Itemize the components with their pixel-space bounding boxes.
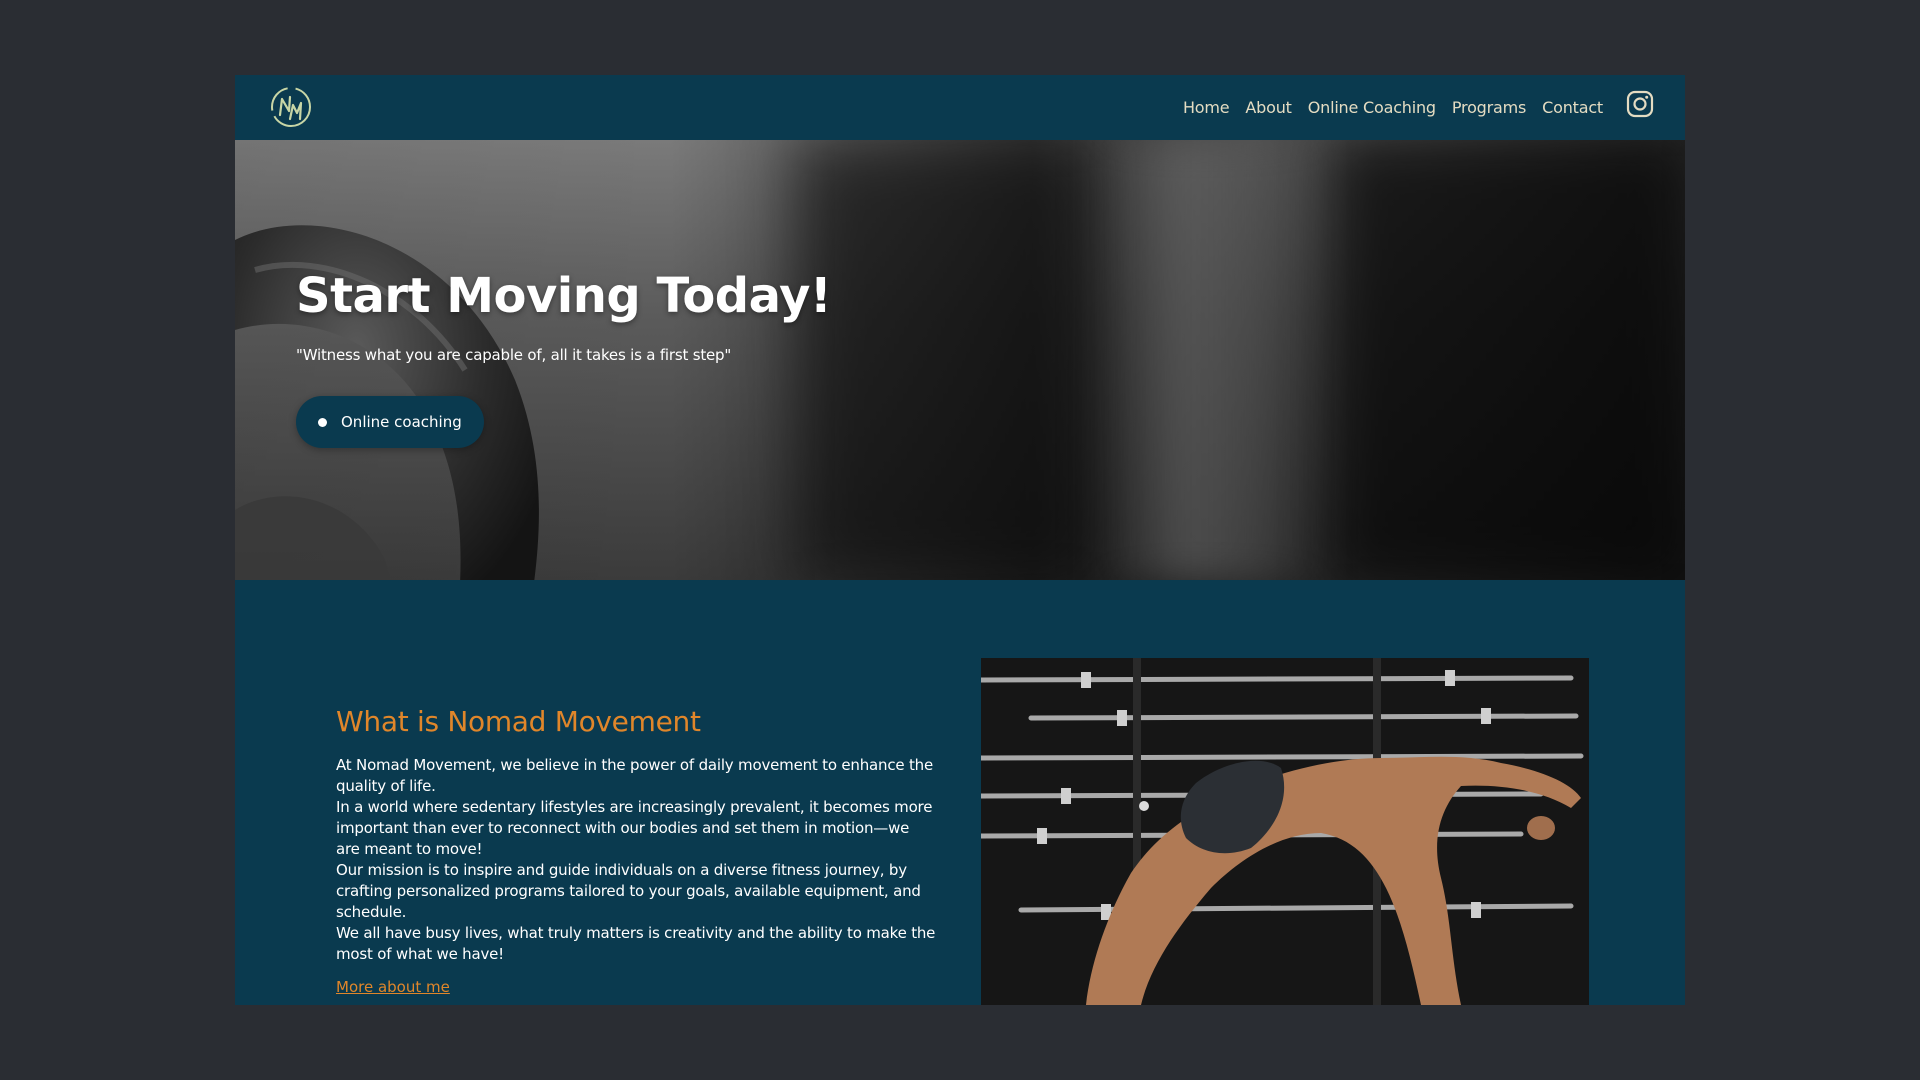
online-coaching-button-label: Online coaching	[341, 413, 462, 431]
main-nav: Home About Online Coaching Programs Cont…	[1183, 75, 1603, 140]
nav-online-coaching-link[interactable]: Online Coaching	[1308, 98, 1436, 117]
about-paragraph: In a world where sedentary lifestyles ar…	[336, 798, 933, 858]
hero-banner: Start Moving Today! "Witness what you ar…	[235, 140, 1685, 580]
athlete-backbend-photo	[981, 658, 1589, 1005]
nomad-movement-logo[interactable]	[269, 85, 313, 129]
about-heading: What is Nomad Movement	[336, 705, 701, 738]
website-frame: Home About Online Coaching Programs Cont…	[235, 75, 1685, 1005]
hero-title: Start Moving Today!	[296, 268, 832, 324]
about-paragraph: Our mission is to inspire and guide indi…	[336, 861, 921, 921]
hero-background-shade	[795, 140, 1095, 580]
site-header: Home About Online Coaching Programs Cont…	[235, 75, 1685, 140]
about-description: At Nomad Movement, we believe in the pow…	[336, 755, 936, 965]
hero-background-shade-right	[1335, 140, 1685, 580]
nav-home-link[interactable]: Home	[1183, 98, 1230, 117]
hero-background-pillar	[1095, 140, 1325, 580]
bullet-dot-icon	[318, 417, 327, 427]
instagram-icon[interactable]	[1625, 89, 1655, 119]
about-paragraph: At Nomad Movement, we believe in the pow…	[336, 756, 933, 795]
online-coaching-button[interactable]: Online coaching	[296, 396, 484, 448]
hero-quote: "Witness what you are capable of, all it…	[296, 346, 732, 364]
nav-programs-link[interactable]: Programs	[1452, 98, 1526, 117]
kettlebell-image	[235, 225, 539, 580]
nav-about-link[interactable]: About	[1245, 98, 1292, 117]
more-about-me-link[interactable]: More about me	[336, 978, 450, 996]
nav-contact-link[interactable]: Contact	[1542, 98, 1603, 117]
about-paragraph: We all have busy lives, what truly matte…	[336, 924, 936, 963]
